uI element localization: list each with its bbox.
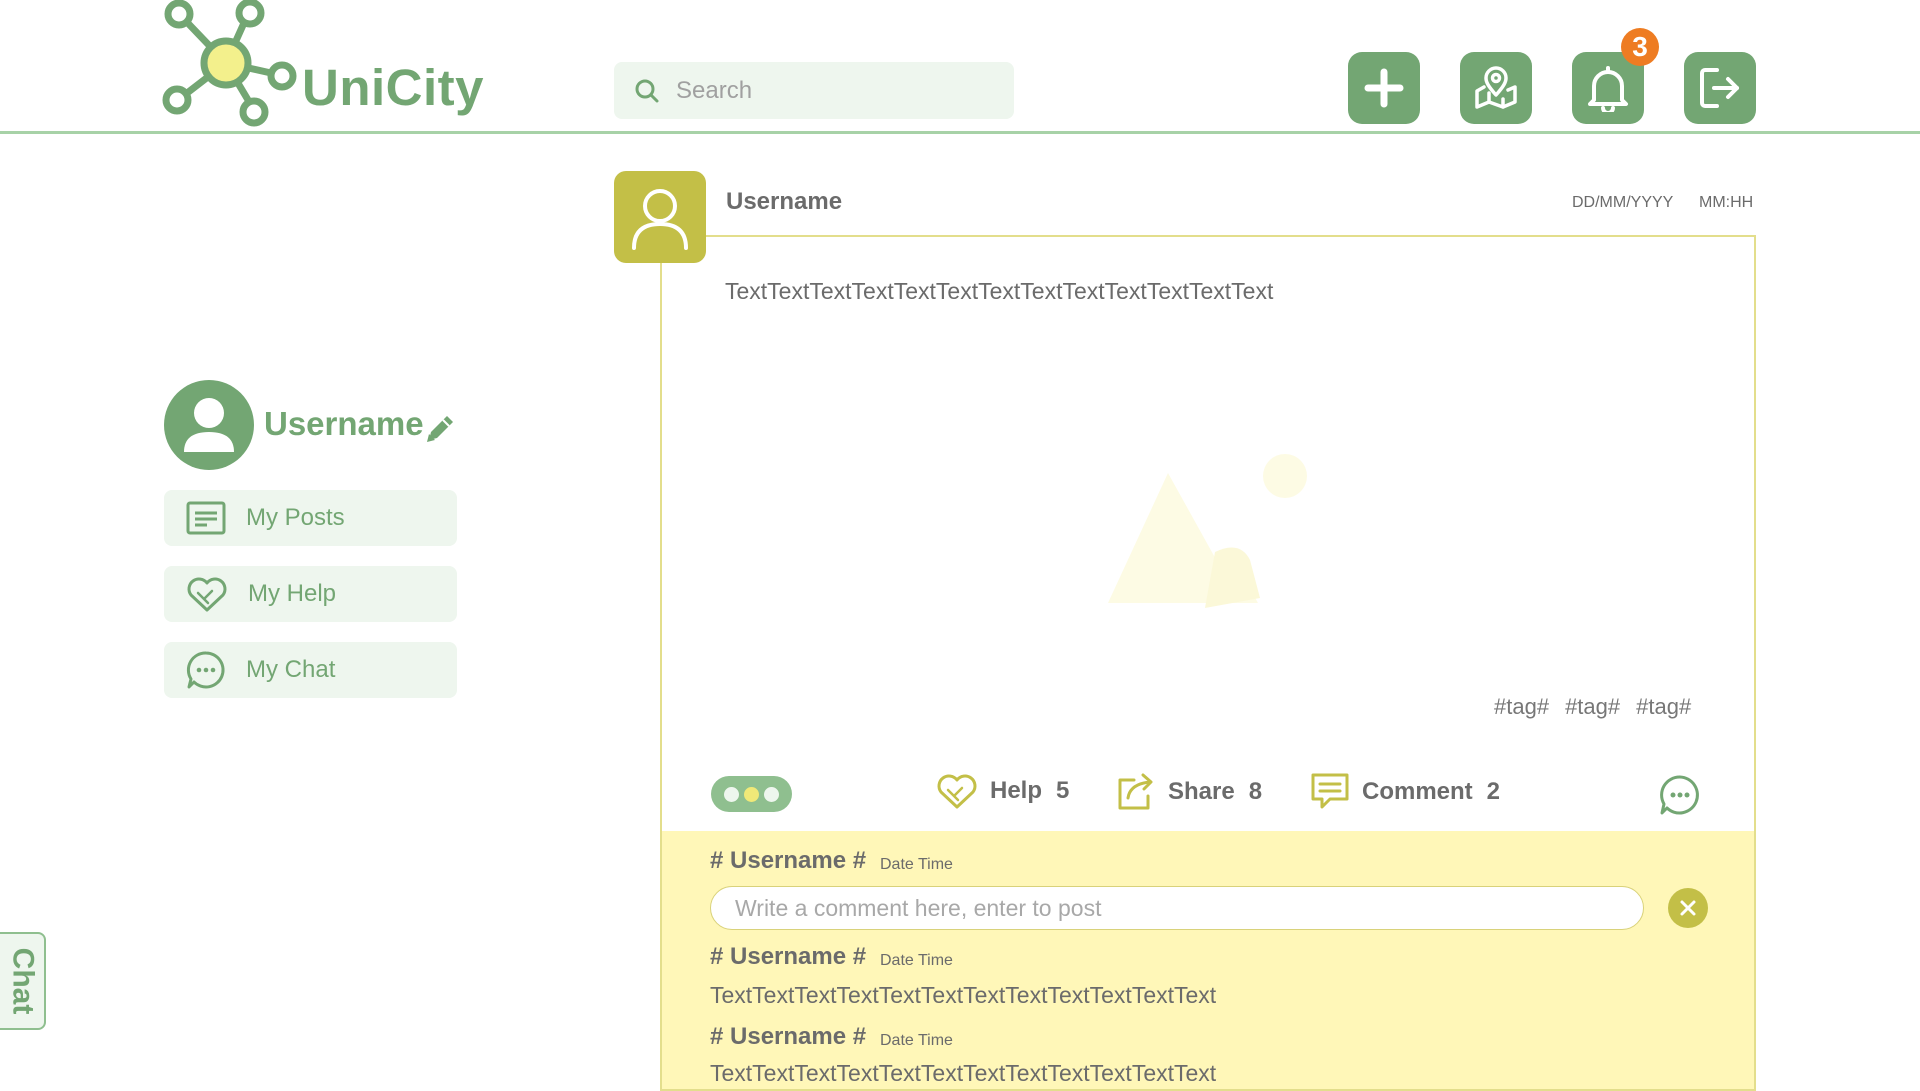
comment-button[interactable]: Comment 2 bbox=[1310, 772, 1500, 812]
share-button[interactable]: Share 8 bbox=[1116, 772, 1262, 812]
post-avatar[interactable] bbox=[614, 171, 706, 263]
comment-text: TextTextTextTextTextTextTextTextTextText… bbox=[710, 1060, 1217, 1086]
help-heart-icon bbox=[187, 577, 227, 612]
comment-label: Comment bbox=[1362, 778, 1473, 805]
help-button[interactable]: Help 5 bbox=[936, 772, 1069, 810]
tag[interactable]: #tag# bbox=[1636, 694, 1691, 720]
tag[interactable]: #tag# bbox=[1565, 694, 1620, 720]
help-label: Help bbox=[990, 777, 1043, 804]
logout-icon bbox=[1700, 68, 1739, 108]
bell-icon bbox=[1588, 66, 1628, 112]
comment-text: TextTextTextTextTextTextTextTextTextText… bbox=[710, 982, 1217, 1008]
dot-icon bbox=[764, 786, 779, 802]
share-icon bbox=[1118, 773, 1153, 810]
chat-tab[interactable]: Chat bbox=[0, 932, 46, 1030]
dot-icon bbox=[724, 786, 739, 802]
sidebar-item-my-help[interactable]: My Help bbox=[164, 566, 457, 622]
share-label: Share bbox=[1168, 778, 1235, 805]
post-time: MM:HH bbox=[1699, 194, 1754, 211]
sidebar-item-label: My Chat bbox=[246, 656, 336, 683]
comment-compose-datetime: Date Time bbox=[880, 856, 953, 873]
search-bar[interactable] bbox=[614, 62, 1014, 119]
message-icon[interactable] bbox=[1659, 774, 1701, 816]
sidebar-item-label: My Help bbox=[248, 580, 337, 607]
comment-icon bbox=[1311, 773, 1349, 809]
post-text: TextTextTextTextTextTextTextTextTextText… bbox=[725, 278, 1274, 304]
comment-username[interactable]: # Username # bbox=[710, 1023, 866, 1051]
help-count: 5 bbox=[1056, 777, 1070, 804]
map-button[interactable] bbox=[1460, 52, 1532, 124]
map-pin-icon bbox=[1475, 66, 1517, 109]
post-date: DD/MM/YYYY bbox=[1572, 194, 1674, 211]
user-avatar-icon bbox=[164, 380, 254, 470]
dot-icon bbox=[744, 786, 759, 802]
comment-compose-username: # Username # bbox=[710, 847, 867, 874]
comment-username[interactable]: # Username # bbox=[710, 943, 866, 971]
logout-button[interactable] bbox=[1684, 52, 1756, 124]
logo-icon bbox=[162, 0, 297, 127]
tag[interactable]: #tag# bbox=[1494, 694, 1549, 720]
plus-icon bbox=[1364, 68, 1404, 108]
posts-icon bbox=[186, 501, 226, 535]
close-icon bbox=[1680, 900, 1696, 916]
search-input[interactable] bbox=[674, 75, 998, 106]
sidebar-item-my-posts[interactable]: My Posts bbox=[164, 490, 457, 546]
create-post-button[interactable] bbox=[1348, 52, 1420, 124]
brand-name: UniCity bbox=[302, 59, 484, 116]
more-options-button[interactable] bbox=[711, 776, 792, 812]
post-tags: #tag# #tag# #tag# bbox=[1494, 694, 1691, 720]
post-username[interactable]: Username bbox=[726, 188, 842, 216]
sidebar-item-my-chat[interactable]: My Chat bbox=[164, 642, 457, 698]
chat-tab-label: Chat bbox=[6, 947, 40, 1015]
share-count: 8 bbox=[1248, 778, 1263, 805]
edit-pencil-icon[interactable] bbox=[423, 410, 459, 446]
search-icon bbox=[635, 79, 659, 102]
sidebar-item-label: My Posts bbox=[246, 504, 345, 531]
close-comment-button[interactable] bbox=[1668, 888, 1708, 928]
comment-datetime: Date Time bbox=[880, 1032, 953, 1049]
chat-icon bbox=[186, 651, 225, 689]
notification-badge: 3 bbox=[1621, 28, 1659, 66]
sidebar-username: Username bbox=[264, 405, 424, 442]
comment-count: 2 bbox=[1486, 778, 1501, 805]
comment-datetime: Date Time bbox=[880, 952, 953, 969]
comment-input[interactable] bbox=[710, 886, 1644, 930]
user-avatar-icon bbox=[632, 189, 688, 250]
help-heart-icon bbox=[937, 774, 977, 809]
image-placeholder-icon bbox=[1108, 454, 1307, 608]
header-divider bbox=[0, 131, 1920, 134]
